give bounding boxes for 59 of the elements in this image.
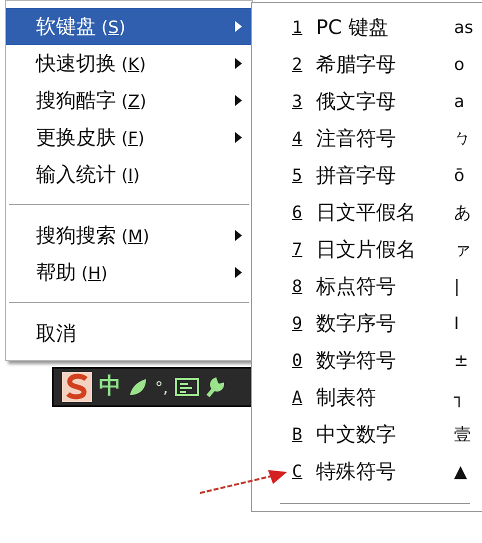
submenu-arrow-icon <box>235 267 242 278</box>
shortcut-key: 5 <box>292 166 316 186</box>
symbol-preview: | <box>454 276 460 296</box>
symbol-preview: ο <box>454 54 464 74</box>
shortcut-key: 1 <box>292 18 316 38</box>
item-label: 希腊字母 <box>316 51 397 78</box>
item-label: 日文平假名 <box>316 199 417 226</box>
submenu-arrow-icon <box>235 95 242 106</box>
menu-item[interactable]: 搜狗搜索 (M) <box>6 217 252 254</box>
item-label: 制表符 <box>316 384 377 411</box>
submenu-arrow-icon <box>235 132 242 143</box>
shortcut-key: 2 <box>292 54 316 74</box>
shortcut-key: A <box>292 388 316 408</box>
language-toggle[interactable]: 中 <box>99 376 121 398</box>
symbol-preview: as <box>454 18 474 38</box>
symbol-preview: ▲ <box>454 462 468 482</box>
symbol-preview: ┐ <box>454 388 464 408</box>
symbol-preview: ァ <box>454 239 471 261</box>
shortcut-key: 3 <box>292 92 316 112</box>
menu-item[interactable]: 快速切换 (K) <box>6 45 252 82</box>
logo-icon[interactable] <box>62 372 92 402</box>
shortcut-key: 8 <box>292 276 316 296</box>
shortcut-key: 0 <box>292 350 316 370</box>
submenu-arrow-icon <box>235 230 242 241</box>
shortcut-key: 9 <box>292 314 316 334</box>
item-label: PC 键盘 <box>316 14 390 41</box>
item-label: 特殊符号 <box>316 458 397 485</box>
item-label: 注音符号 <box>316 125 397 152</box>
shortcut-key: 4 <box>292 128 316 148</box>
item-label: 日文片假名 <box>316 236 417 263</box>
menu-item[interactable]: 输入统计 (I) <box>6 156 252 193</box>
symbol-preview: ± <box>454 350 468 370</box>
symbol-preview: а <box>454 92 464 112</box>
item-label: 数学符号 <box>316 347 397 374</box>
shortcut-key: B <box>292 424 316 444</box>
menu-item[interactable]: 帮助 (H) <box>6 254 252 291</box>
shortcut-key: C <box>292 462 316 482</box>
leaf-icon[interactable] <box>128 377 148 397</box>
item-label: 拼音字母 <box>316 162 397 189</box>
symbol-preview: ㄅ <box>454 128 471 150</box>
menu-item[interactable]: 软键盘 (S) <box>6 8 252 45</box>
item-label: 数字序号 <box>316 310 397 337</box>
symbol-preview: あ <box>454 202 471 224</box>
punctuation-toggle[interactable]: °, <box>155 378 168 396</box>
submenu-arrow-icon <box>235 21 242 32</box>
symbol-preview: 壹 <box>454 424 471 446</box>
keyboard-icon[interactable] <box>175 377 200 397</box>
shortcut-key: 7 <box>292 240 316 260</box>
item-label: 标点符号 <box>316 273 397 300</box>
shortcut-key: 6 <box>292 202 316 222</box>
menu-item[interactable]: 搜狗酷字 (Z) <box>6 82 252 119</box>
item-label: 俄文字母 <box>316 88 397 115</box>
menu-item[interactable]: 更换皮肤 (F) <box>6 119 252 156</box>
menu-item[interactable]: 取消 <box>6 315 252 352</box>
symbol-preview: Ⅰ <box>454 314 460 334</box>
item-label: 中文数字 <box>316 421 397 448</box>
symbol-preview: ō <box>454 166 464 186</box>
wrench-icon[interactable] <box>206 376 224 398</box>
submenu-arrow-icon <box>235 58 242 69</box>
